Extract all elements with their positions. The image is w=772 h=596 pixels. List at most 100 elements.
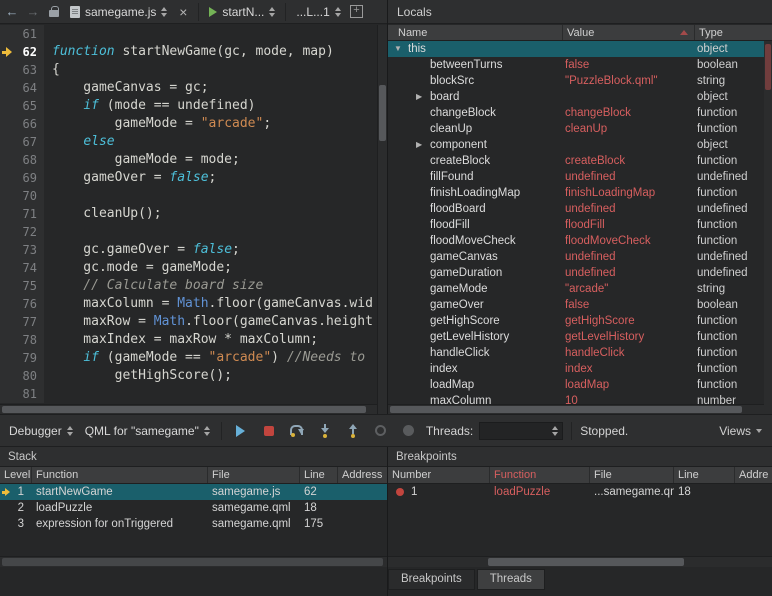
locals-row-handleclick[interactable]: handleClickhandleClickfunction — [388, 345, 772, 361]
stack-column-header-file[interactable]: File — [208, 467, 300, 483]
step-into-button[interactable] — [314, 420, 336, 442]
scrollbar-handle[interactable] — [488, 558, 684, 566]
step-over-button[interactable] — [286, 420, 308, 442]
locals-row-gamemode[interactable]: gameMode"arcade"string — [388, 281, 772, 297]
stack-row-3[interactable]: 3expression for onTriggeredsamegame.qml1… — [0, 516, 387, 532]
gutter-marker[interactable] — [0, 25, 14, 43]
editor-line-80[interactable]: 80 getHighScore(); — [0, 367, 377, 385]
breakpoint-row-1[interactable]: 1loadPuzzle...samegame.qml18 — [388, 484, 772, 500]
stack-row-2[interactable]: 2loadPuzzlesamegame.qml18 — [0, 500, 387, 516]
locals-row-changeblock[interactable]: changeBlockchangeBlockfunction — [388, 105, 772, 121]
stack-column-header-line[interactable]: Line — [300, 467, 338, 483]
views-menu-button[interactable]: Views — [719, 424, 766, 438]
editor-line-64[interactable]: 64 gameCanvas = gc; — [0, 79, 377, 97]
column-header-type[interactable]: Type — [695, 25, 772, 40]
threads-selector[interactable] — [479, 422, 563, 440]
editor-line-77[interactable]: 77 maxRow = Math.floor(gameCanvas.height — [0, 313, 377, 331]
locals-row-loadmap[interactable]: loadMaploadMapfunction — [388, 377, 772, 393]
expander-icon[interactable]: ▼ — [394, 41, 408, 57]
gutter-marker[interactable] — [0, 385, 14, 403]
continue-button[interactable] — [230, 420, 252, 442]
locals-row-finishloadingmap[interactable]: finishLoadingMapfinishLoadingMapfunction — [388, 185, 772, 201]
snapshot-button[interactable] — [398, 420, 420, 442]
gutter-marker[interactable] — [0, 205, 14, 223]
locals-row-fillfound[interactable]: fillFoundundefinedundefined — [388, 169, 772, 185]
stack-column-header-function[interactable]: Function — [32, 467, 208, 483]
stack-column-header-address[interactable]: Address — [338, 467, 387, 483]
gutter-marker[interactable] — [0, 349, 14, 367]
stack-column-header-level[interactable]: Level — [0, 467, 32, 483]
editor-line-63[interactable]: 63{ — [0, 61, 377, 79]
locals-row-createblock[interactable]: createBlockcreateBlockfunction — [388, 153, 772, 169]
code-editor[interactable]: 6162function startNewGame(gc, mode, map)… — [0, 25, 377, 404]
stack-horizontal-scrollbar[interactable] — [0, 556, 387, 567]
stack-row-1[interactable]: 1startNewGamesamegame.js62 — [0, 484, 387, 500]
scrollbar-handle[interactable] — [2, 406, 366, 413]
expander-icon[interactable]: ▶ — [416, 137, 430, 153]
locals-vertical-scrollbar[interactable] — [764, 41, 772, 414]
stop-debugger-button[interactable] — [258, 420, 280, 442]
restart-button[interactable] — [370, 420, 392, 442]
editor-line-76[interactable]: 76 maxColumn = Math.floor(gameCanvas.wid — [0, 295, 377, 313]
locals-row-index[interactable]: indexindexfunction — [388, 361, 772, 377]
locals-row-this[interactable]: ▼thisobject — [388, 41, 772, 57]
editor-line-67[interactable]: 67 else — [0, 133, 377, 151]
expander-icon[interactable]: ▶ — [416, 89, 430, 105]
context-selector[interactable]: ...L...1 — [293, 3, 343, 21]
breakpoints-horizontal-scrollbar[interactable] — [388, 556, 772, 567]
gutter-marker[interactable] — [0, 79, 14, 97]
editor-line-61[interactable]: 61 — [0, 25, 377, 43]
locals-row-betweenturns[interactable]: betweenTurnsfalseboolean — [388, 57, 772, 73]
current-line-arrow-icon[interactable] — [0, 43, 14, 61]
gutter-marker[interactable] — [0, 97, 14, 115]
locals-row-gameduration[interactable]: gameDurationundefinedundefined — [388, 265, 772, 281]
editor-line-78[interactable]: 78 maxIndex = maxRow * maxColumn; — [0, 331, 377, 349]
debugger-perspective-selector[interactable]: Debugger — [6, 422, 76, 440]
back-button[interactable]: ← — [4, 2, 20, 22]
editor-line-81[interactable]: 81 — [0, 385, 377, 403]
gutter-marker[interactable] — [0, 61, 14, 79]
gutter-marker[interactable] — [0, 115, 14, 133]
locals-row-blocksrc[interactable]: blockSrc"PuzzleBlock.qml"string — [388, 73, 772, 89]
locals-row-component[interactable]: ▶componentobject — [388, 137, 772, 153]
editor-line-74[interactable]: 74 gc.mode = gameMode; — [0, 259, 377, 277]
locals-row-floodfill[interactable]: floodFillfloodFillfunction — [388, 217, 772, 233]
breakpoints-column-header-file[interactable]: File — [590, 467, 674, 483]
editor-line-69[interactable]: 69 gameOver = false; — [0, 169, 377, 187]
tab-threads[interactable]: Threads — [477, 569, 545, 590]
editor-line-71[interactable]: 71 cleanUp(); — [0, 205, 377, 223]
locals-row-gamecanvas[interactable]: gameCanvasundefinedundefined — [388, 249, 772, 265]
editor-horizontal-scrollbar[interactable] — [0, 404, 377, 414]
editor-line-72[interactable]: 72 — [0, 223, 377, 241]
breakpoints-column-header-line[interactable]: Line — [674, 467, 735, 483]
locals-row-cleanup[interactable]: cleanUpcleanUpfunction — [388, 121, 772, 137]
gutter-marker[interactable] — [0, 223, 14, 241]
locals-row-board[interactable]: ▶boardobject — [388, 89, 772, 105]
locals-row-maxcolumn[interactable]: maxColumn10number — [388, 393, 772, 404]
gutter-marker[interactable] — [0, 187, 14, 205]
symbol-selector[interactable]: startN... — [206, 3, 278, 21]
column-header-value[interactable]: Value — [563, 25, 695, 40]
locals-row-floodboard[interactable]: floodBoardundefinedundefined — [388, 201, 772, 217]
scrollbar-handle[interactable] — [2, 558, 383, 566]
scrollbar-handle[interactable] — [379, 85, 386, 141]
gutter-marker[interactable] — [0, 277, 14, 295]
editor-line-79[interactable]: 79 if (gameMode == "arcade") //Needs to — [0, 349, 377, 367]
locals-row-getlevelhistory[interactable]: getLevelHistorygetLevelHistoryfunction — [388, 329, 772, 345]
editor-line-68[interactable]: 68 gameMode = mode; — [0, 151, 377, 169]
close-document-button[interactable]: × — [175, 2, 191, 22]
tab-breakpoints[interactable]: Breakpoints — [388, 569, 475, 590]
gutter-marker[interactable] — [0, 313, 14, 331]
debug-session-selector[interactable]: QML for "samegame" — [82, 422, 213, 440]
column-header-name[interactable]: Name — [388, 25, 563, 40]
editor-line-65[interactable]: 65 if (mode == undefined) — [0, 97, 377, 115]
gutter-marker[interactable] — [0, 151, 14, 169]
editor-vertical-scrollbar[interactable] — [377, 25, 387, 414]
gutter-marker[interactable] — [0, 241, 14, 259]
gutter-marker[interactable] — [0, 367, 14, 385]
step-out-button[interactable] — [342, 420, 364, 442]
gutter-marker[interactable] — [0, 133, 14, 151]
gutter-marker[interactable] — [0, 331, 14, 349]
breakpoints-column-header-addre[interactable]: Addre — [735, 467, 772, 483]
split-editor-button[interactable] — [349, 2, 365, 22]
